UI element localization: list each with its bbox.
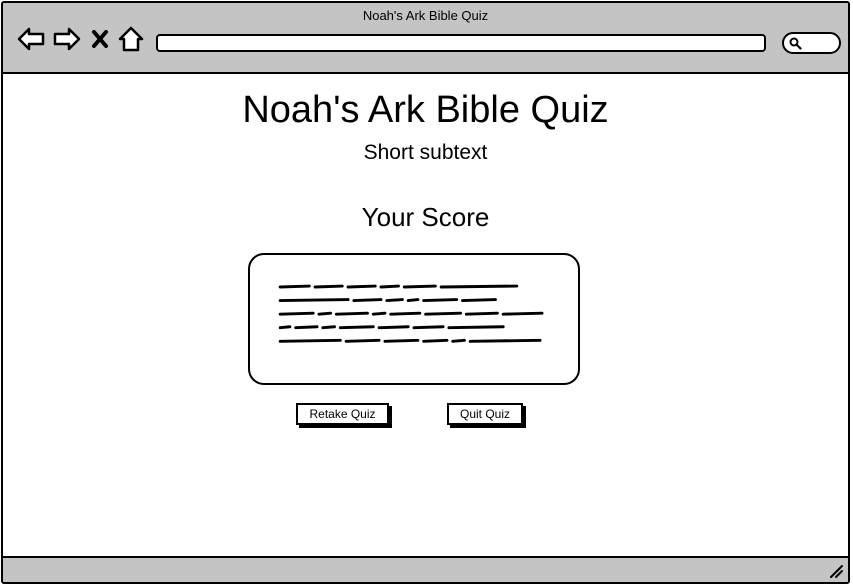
- status-bar: [3, 556, 848, 582]
- back-arrow-icon[interactable]: [16, 25, 46, 53]
- resize-grip-icon[interactable]: [828, 563, 844, 579]
- page-title: Noah's Ark Bible Quiz: [242, 89, 609, 131]
- search-box[interactable]: [782, 32, 841, 54]
- close-x-icon[interactable]: [89, 25, 111, 53]
- score-text-box: [248, 253, 580, 385]
- window-title: Noah's Ark Bible Quiz: [362, 8, 489, 23]
- quit-quiz-button[interactable]: Quit Quiz: [447, 403, 523, 425]
- page-subtitle: Short subtext: [363, 141, 488, 164]
- forward-arrow-icon[interactable]: [52, 25, 82, 53]
- placeholder-scribble-text: [278, 284, 544, 343]
- score-heading: Your Score: [361, 202, 490, 232]
- address-bar[interactable]: [156, 34, 766, 52]
- browser-window: Noah's Ark Bible Quiz Noah's Ark Bible Q…: [1, 1, 850, 584]
- retake-quiz-button[interactable]: Retake Quiz: [296, 403, 389, 425]
- browser-toolbar: Noah's Ark Bible Quiz: [3, 3, 848, 74]
- search-icon: [789, 37, 802, 50]
- home-icon[interactable]: [118, 25, 144, 53]
